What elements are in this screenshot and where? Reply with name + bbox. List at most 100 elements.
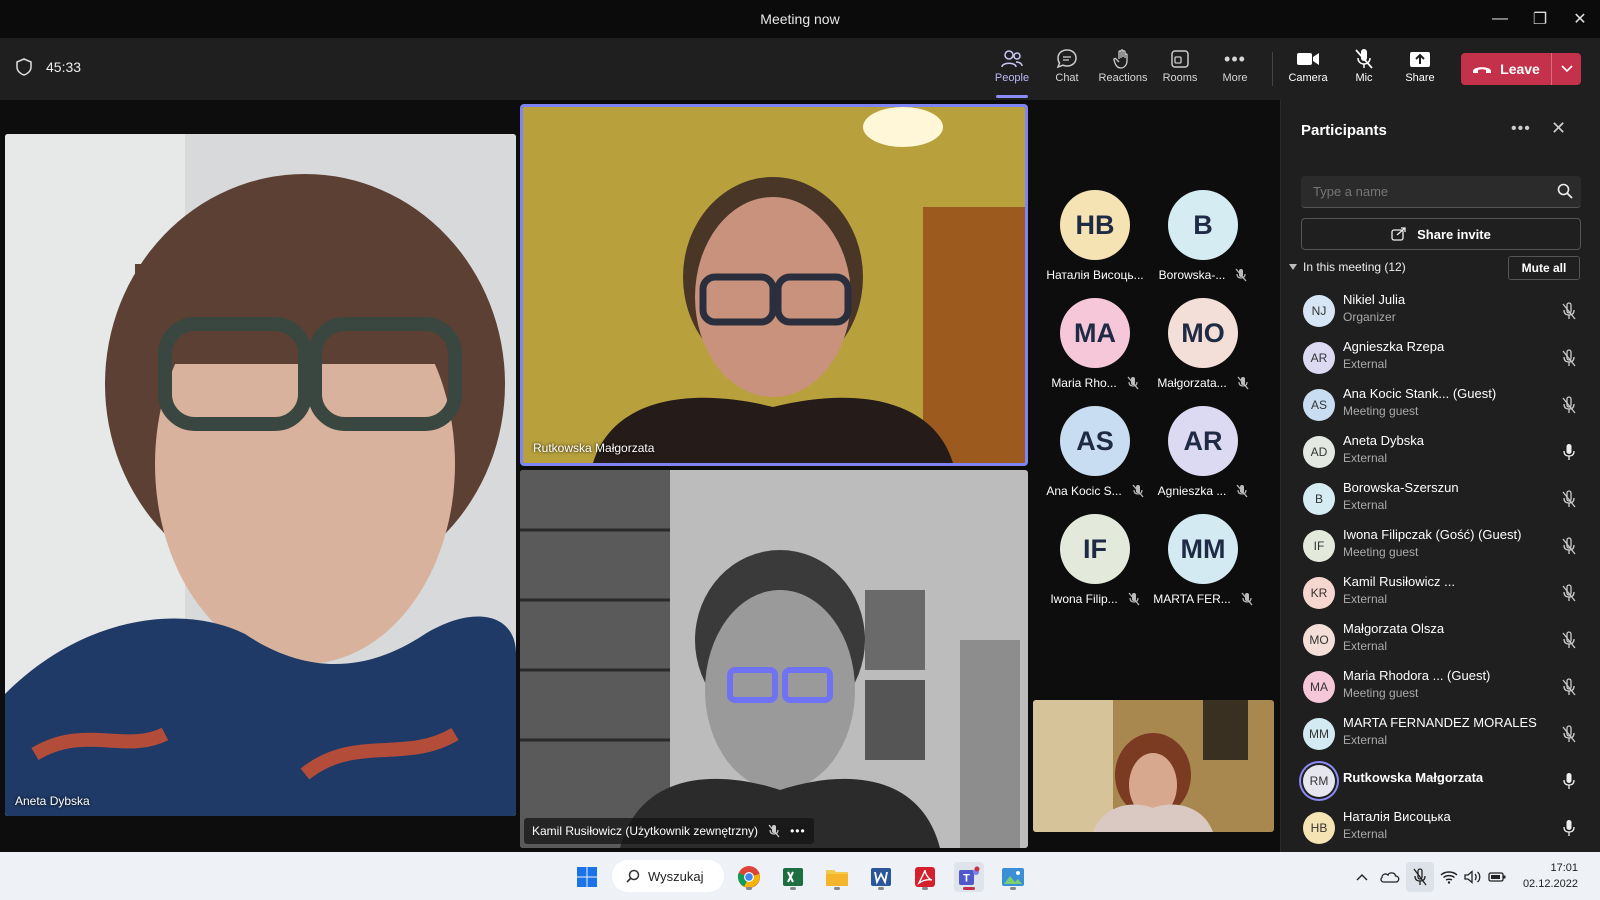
avatar-tile[interactable]: HB Наталія Висоць... [1040, 190, 1150, 282]
participant-role: Meeting guest [1343, 404, 1419, 418]
avatar-name: Borowska-... [1158, 268, 1226, 282]
mic-off-icon [1237, 376, 1249, 390]
participant-role: External [1343, 827, 1388, 841]
word-icon[interactable] [866, 862, 896, 892]
avatar-tile[interactable]: MA Maria Rho... [1040, 298, 1150, 390]
taskbar-clock[interactable]: 17:01 02.12.2022 [1510, 860, 1578, 892]
acrobat-icon[interactable] [910, 862, 940, 892]
people-label: People [994, 72, 1030, 84]
avatar-initials: MA [1060, 298, 1130, 368]
tray-chevron-up-icon[interactable] [1352, 862, 1372, 892]
teams-icon[interactable]: T [954, 862, 984, 892]
participant-row[interactable]: NJ Nikiel Julia Organizer [1281, 288, 1600, 336]
mic-off-icon[interactable] [1561, 302, 1577, 320]
windows-start-icon[interactable] [572, 862, 602, 892]
mic-off-icon[interactable] [1561, 349, 1577, 367]
participant-row[interactable]: AD Aneta Dybska External [1281, 429, 1600, 477]
mic-off-icon[interactable] [1561, 490, 1577, 508]
avatar-name: MARTA FER... [1153, 592, 1231, 606]
taskbar-search[interactable]: Wyszukaj [612, 860, 724, 892]
image-viewer-icon[interactable] [998, 862, 1028, 892]
close-window-icon[interactable]: ✕ [1560, 0, 1600, 38]
participant-row[interactable]: AS Ana Kocic Stank... (Guest) Meeting gues… [1281, 382, 1600, 430]
mic-off-icon[interactable] [1561, 537, 1577, 555]
avatar-tile[interactable]: AR Agnieszka ... [1148, 406, 1258, 498]
chevron-down-icon [1289, 264, 1297, 270]
leave-dropdown-chevron-icon[interactable] [1551, 53, 1581, 85]
participant-role: External [1343, 451, 1388, 465]
avatar-tile[interactable]: MM MARTA FER... [1148, 514, 1258, 606]
participant-name: Maria Rhodora ... (Guest) [1343, 668, 1491, 683]
avatar-tile[interactable]: AS Ana Kocic S... [1040, 406, 1150, 498]
participant-row[interactable]: MA Maria Rhodora ... (Guest) Meeting guest [1281, 664, 1600, 712]
in-meeting-section-header[interactable]: In this meeting (12) [1289, 260, 1406, 274]
minimize-icon[interactable]: — [1480, 0, 1520, 38]
clock-date: 02.12.2022 [1522, 878, 1578, 890]
chrome-icon[interactable] [734, 862, 764, 892]
participant-row[interactable]: B Borowska-Szerszun External [1281, 476, 1600, 524]
mic-off-icon [1236, 484, 1248, 498]
mic-off-icon[interactable] [1561, 725, 1577, 743]
share-invite-icon [1391, 227, 1406, 241]
video-tile-aneta[interactable]: Aneta Dybska [5, 134, 516, 816]
excel-icon[interactable] [778, 862, 808, 892]
avatar-initials: B [1168, 190, 1238, 260]
mic-on-icon[interactable] [1561, 772, 1577, 790]
video-tile-kamil[interactable]: Kamil Rusiłowicz (Użytkownik zewnętrzny)… [520, 470, 1028, 848]
participant-avatar: B [1303, 483, 1335, 515]
avatar-tile[interactable]: MO Małgorzata... [1148, 298, 1258, 390]
tray-mic-off-icon[interactable] [1406, 862, 1434, 892]
maximize-icon[interactable]: ❐ [1520, 0, 1560, 38]
mic-off-icon[interactable] [1561, 678, 1577, 696]
participant-list: NJ Nikiel Julia Organizer AR Agnieszka Rzepa… [1281, 288, 1600, 852]
camera-button[interactable]: Camera [1280, 46, 1336, 94]
avatar-label: Maria Rho... [1040, 376, 1150, 390]
battery-icon[interactable] [1486, 862, 1508, 892]
avatar-tile[interactable]: IF Iwona Filip... [1040, 514, 1150, 606]
volume-icon[interactable] [1462, 862, 1484, 892]
self-view-tile[interactable] [1033, 700, 1274, 832]
mic-on-icon[interactable] [1561, 443, 1577, 461]
chat-button[interactable]: Chat [1039, 46, 1095, 94]
file-explorer-icon[interactable] [822, 862, 852, 892]
more-button[interactable]: ••• More [1207, 46, 1263, 94]
leave-button[interactable]: Leave [1461, 53, 1581, 85]
reactions-button[interactable]: Reactions [1094, 46, 1152, 94]
participant-row[interactable]: RM Rutkowska Małgorzata [1281, 758, 1600, 806]
share-label: Share [1405, 72, 1435, 84]
participant-row[interactable]: MM MARTA FERNANDEZ MORALES External [1281, 711, 1600, 759]
participant-role: Organizer [1343, 310, 1396, 324]
tile-name-rutkowska: Rutkowska Małgorzata [533, 441, 655, 455]
wifi-icon[interactable] [1438, 862, 1460, 892]
mic-on-icon[interactable] [1561, 819, 1577, 837]
meeting-timer: 45:33 [16, 58, 81, 76]
participant-search-input[interactable] [1301, 176, 1581, 208]
participant-row[interactable]: HB Наталія Висоцька External [1281, 805, 1600, 852]
taskbar-search-label: Wyszukaj [648, 868, 704, 884]
participant-row[interactable]: MO Małgorzata Olsza External [1281, 617, 1600, 665]
avatar-tile[interactable]: B Borowska-... [1148, 190, 1258, 282]
rooms-button[interactable]: Rooms [1152, 46, 1208, 94]
participant-avatar: HB [1303, 812, 1335, 844]
participant-row[interactable]: KR Kamil Rusiłowicz ... External [1281, 570, 1600, 618]
tile-more-icon[interactable]: ••• [790, 824, 806, 838]
video-tile-rutkowska[interactable]: Rutkowska Małgorzata [520, 104, 1028, 466]
share-button[interactable]: Share [1392, 46, 1448, 94]
participant-name: Rutkowska Małgorzata [1343, 770, 1484, 785]
mic-off-icon[interactable] [1561, 396, 1577, 414]
share-invite-button[interactable]: Share invite [1301, 218, 1581, 250]
avatar-initials: IF [1060, 514, 1130, 584]
mute-all-button[interactable]: Mute all [1508, 256, 1580, 280]
panel-close-icon[interactable]: ✕ [1551, 118, 1566, 139]
participant-row[interactable]: AR Agnieszka Rzepa External [1281, 335, 1600, 383]
panel-more-icon[interactable]: ••• [1511, 120, 1531, 138]
people-button[interactable]: People [984, 46, 1040, 98]
onedrive-icon[interactable] [1378, 862, 1402, 892]
running-indicator [746, 887, 752, 890]
teams-window: Meeting now — ❐ ✕ 45:33 People Chat Reac… [0, 0, 1600, 852]
mic-off-icon[interactable] [1561, 631, 1577, 649]
mic-off-icon[interactable] [1561, 584, 1577, 602]
mic-button[interactable]: Mic [1336, 46, 1392, 94]
leave-main[interactable]: Leave [1461, 61, 1551, 77]
participant-row[interactable]: IF Iwona Filipczak (Gość) (Guest) Meeting … [1281, 523, 1600, 571]
